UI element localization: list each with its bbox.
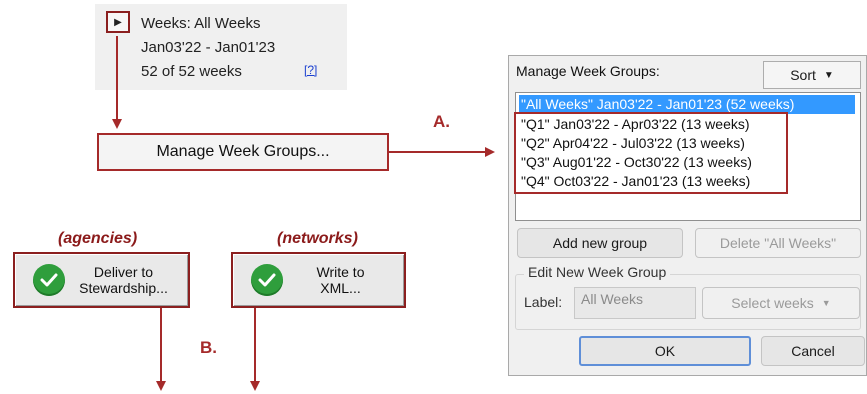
role-agencies: (agencies)	[58, 230, 138, 247]
delete-group-button[interactable]: Delete "All Weeks"	[695, 228, 861, 258]
deliver-button-label: Deliver to Stewardship...	[79, 264, 168, 296]
cancel-button[interactable]: Cancel	[761, 336, 865, 366]
delete-group-label: Delete "All Weeks"	[719, 235, 837, 251]
role-networks: (networks)	[277, 230, 358, 247]
check-icon	[33, 264, 65, 296]
annotation-a: A.	[433, 112, 450, 131]
group-label-field[interactable]: All Weeks	[574, 287, 696, 319]
ok-label: OK	[654, 343, 676, 359]
edit-group-legend: Edit New Week Group	[524, 264, 671, 280]
cancel-label: Cancel	[791, 343, 835, 359]
add-group-label: Add new group	[552, 235, 648, 251]
add-new-group-button[interactable]: Add new group	[517, 228, 683, 258]
check-icon	[251, 264, 283, 296]
write-to-xml-button[interactable]: Write to XML...	[231, 252, 406, 308]
sort-button[interactable]: Sort ▼	[763, 61, 861, 89]
label-caption: Label:	[524, 294, 563, 310]
dialog-title: Manage Week Groups:	[516, 63, 660, 79]
write-button-label: Write to XML...	[316, 264, 365, 296]
annotation-b: B.	[200, 338, 217, 357]
quarter-groups-highlight	[514, 112, 788, 194]
select-weeks-button[interactable]: Select weeks ▼	[702, 287, 860, 319]
sort-label: Sort	[790, 67, 816, 83]
select-weeks-label: Select weeks	[731, 295, 814, 311]
caret-down-icon: ▼	[823, 69, 834, 81]
ok-button[interactable]: OK	[579, 336, 751, 366]
caret-down-icon: ▼	[821, 298, 831, 308]
deliver-to-stewardship-button[interactable]: Deliver to Stewardship...	[13, 252, 190, 308]
